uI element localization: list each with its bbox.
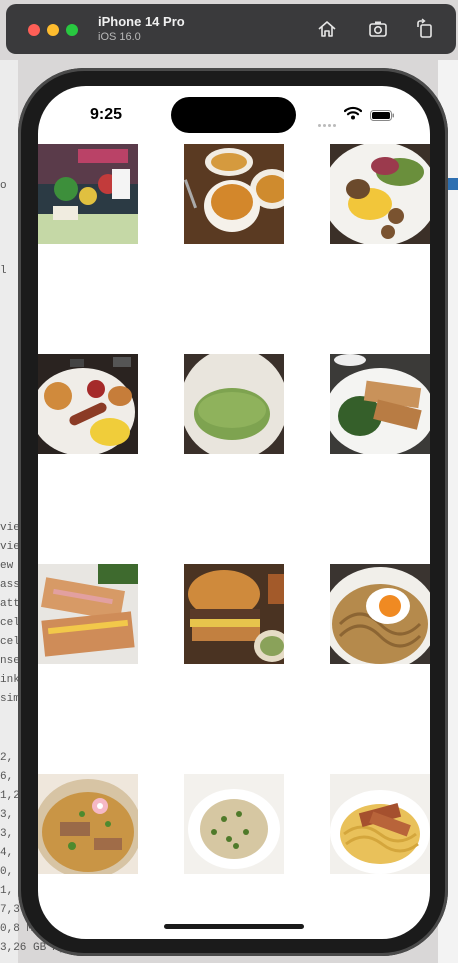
- background-text: 3,: [0, 828, 14, 840]
- screenshot-icon[interactable]: [367, 18, 389, 40]
- background-text: l: [0, 265, 7, 277]
- photo-cell[interactable]: [38, 564, 138, 664]
- background-xcode-pane: o l view view ew ass attr cell cell nse …: [0, 60, 119, 963]
- photo-cell[interactable]: [184, 144, 284, 244]
- device-screen: 9:25: [38, 86, 430, 939]
- os-version: iOS 16.0: [98, 31, 141, 43]
- photo-cell[interactable]: [330, 774, 430, 874]
- background-text: 6,: [0, 771, 14, 783]
- photo-cell[interactable]: [38, 354, 138, 454]
- photo-cell[interactable]: [38, 774, 138, 874]
- background-text: sim: [0, 693, 20, 705]
- background-text: 4,: [0, 847, 14, 859]
- background-text: nse: [0, 655, 20, 667]
- background-text: 1,2: [0, 790, 20, 802]
- background-text: 0,: [0, 866, 14, 878]
- photo-cell[interactable]: [38, 144, 138, 244]
- background-text: 1,: [0, 885, 14, 897]
- photo-cell[interactable]: [330, 144, 430, 244]
- rotate-icon[interactable]: [414, 18, 436, 40]
- dynamic-island: [171, 97, 296, 133]
- photo-cell[interactable]: [184, 774, 284, 874]
- background-text: ink: [0, 674, 20, 686]
- background-text: 3,: [0, 809, 14, 821]
- cellular-signal-icon: [318, 114, 340, 127]
- background-text: o: [0, 180, 7, 192]
- wifi-icon: [343, 106, 363, 120]
- close-window-button[interactable]: [28, 24, 40, 36]
- background-text: ass: [0, 579, 20, 591]
- home-indicator[interactable]: [164, 924, 304, 929]
- home-icon[interactable]: [316, 18, 338, 40]
- zoom-window-button[interactable]: [66, 24, 78, 36]
- status-time: 9:25: [90, 106, 123, 123]
- device-name: iPhone 14 Pro: [98, 14, 185, 29]
- background-text: 2,: [0, 752, 14, 764]
- photo-cell[interactable]: [330, 564, 430, 664]
- background-text: ew: [0, 560, 14, 572]
- photo-cell[interactable]: [330, 354, 430, 454]
- battery-icon: [370, 108, 394, 121]
- minimize-window-button[interactable]: [47, 24, 59, 36]
- photo-cell[interactable]: [184, 354, 284, 454]
- simulator-titlebar: iPhone 14 Pro iOS 16.0: [6, 4, 456, 54]
- photo-cell[interactable]: [184, 564, 284, 664]
- background-text: 7,3: [0, 904, 20, 916]
